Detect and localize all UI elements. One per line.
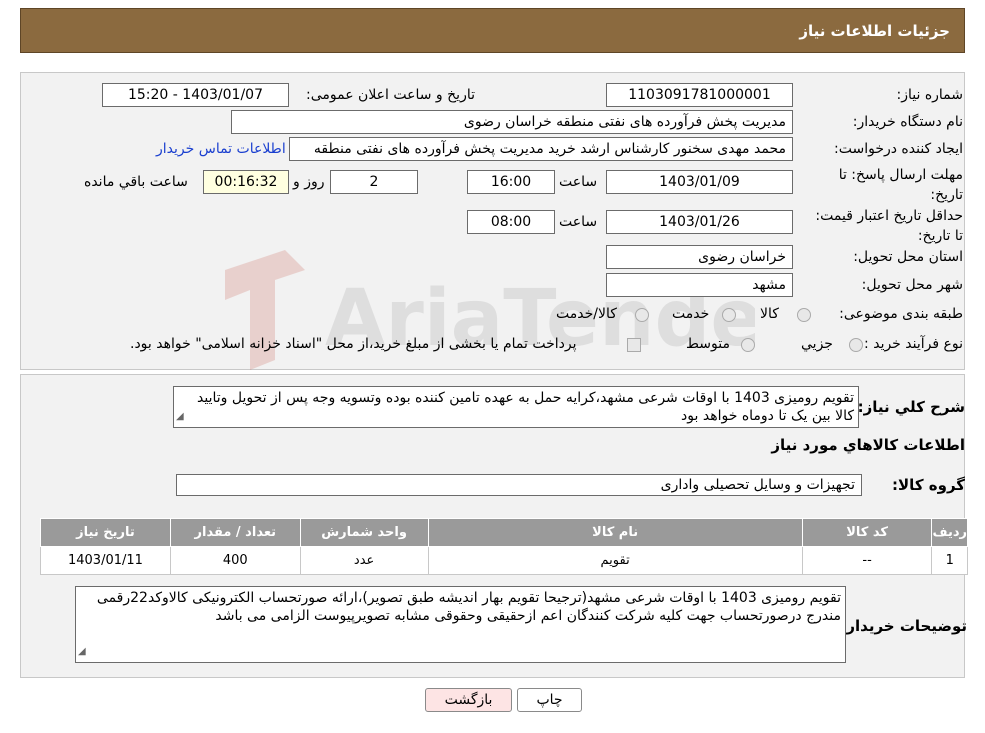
goods-info-heading: اطلاعات كالاهاي مورد نياز [771, 436, 965, 454]
province-label: استان محل تحویل: [853, 249, 963, 265]
col-name-header: نام کالا [427, 518, 803, 547]
reply-time-field: 16:00 [467, 170, 555, 194]
reply-hour-label: ساعت [559, 174, 598, 190]
page-title: جزئیات اطلاعات نیاز [799, 21, 950, 40]
print-button[interactable]: چاپ [517, 688, 582, 712]
province-field: خراسان رضوی [606, 245, 793, 269]
validity-hour-label: ساعت [559, 214, 598, 230]
buyer-notes-text: تقویم رومیزی 1403 با اوقات شرعی مشهد(ترج… [96, 590, 841, 624]
announce-datetime-field: 1403/01/07 - 15:20 [102, 83, 289, 107]
cell-unit: عدد [299, 546, 429, 575]
purchase-note: پرداخت تمام یا بخشی از مبلغ خرید،از محل … [130, 336, 577, 352]
purchase-medium-radio[interactable] [741, 338, 755, 352]
back-button[interactable]: بازگشت [425, 688, 512, 712]
resize-grip-icon[interactable]: ◢ [176, 408, 184, 426]
col-date-header: تاریخ نیاز [40, 518, 171, 547]
validity-time-field: 08:00 [467, 210, 555, 234]
buyer-org-field: مدیریت پخش فرآورده های نفتی منطقه خراسان… [231, 110, 793, 134]
category-goods-radio[interactable] [797, 308, 811, 322]
category-service-radio[interactable] [722, 308, 736, 322]
price-validity-label: حداقل تاریخ اعتبار قیمت: تا تاریخ: [815, 208, 963, 244]
buyer-notes-textarea: تقویم رومیزی 1403 با اوقات شرعی مشهد(ترج… [75, 586, 846, 663]
goods-table: رديف کد کالا نام کالا واحد شمارش تعداد /… [40, 518, 968, 575]
cell-name: تقویم [427, 546, 803, 575]
cell-code: -- [801, 546, 933, 575]
goods-group-field: تجهیزات و وسایل تحصیلی واداری [176, 474, 862, 496]
reply-date-field: 1403/01/09 [606, 170, 793, 194]
category-label: طبقه بندی موضوعی: [839, 306, 963, 322]
cell-qty: 400 [169, 546, 301, 575]
category-goods-label: کالا [760, 306, 779, 322]
day-and-label: روز و [293, 174, 325, 190]
buyer-org-label: نام دستگاه خریدار: [852, 114, 963, 130]
need-number-label: شماره نیاز: [896, 87, 964, 103]
purchase-medium-label: متوسط [686, 336, 730, 352]
page-header: جزئیات اطلاعات نیاز [20, 8, 965, 53]
general-desc-label: شرح كلي نياز: [857, 398, 965, 416]
goods-group-label: گروه کالا: [892, 476, 965, 494]
city-label: شهر محل تحویل: [861, 277, 963, 293]
col-row-header: رديف [931, 518, 968, 547]
city-field: مشهد [606, 273, 793, 297]
resize-grip-icon[interactable]: ◢ [78, 643, 86, 661]
col-unit-header: واحد شمارش [299, 518, 429, 547]
announce-datetime-label: تاریخ و ساعت اعلان عمومی: [306, 87, 475, 103]
validity-date-field: 1403/01/26 [606, 210, 793, 234]
countdown-field: 00:16:32 [203, 170, 289, 194]
reply-deadline-label: مهلت ارسال پاسخ: تا تاریخ: [838, 167, 963, 203]
cell-row: 1 [931, 546, 968, 575]
table-header-row: رديف کد کالا نام کالا واحد شمارش تعداد /… [40, 518, 968, 547]
need-number-field: 1103091781000001 [606, 83, 793, 107]
requester-field: محمد مهدی سخنور کارشناس ارشد خرید مدیریت… [289, 137, 793, 161]
category-service-label: خدمت [672, 306, 710, 322]
purchase-partial-label: جزيي [801, 336, 833, 352]
col-code-header: کد کالا [801, 518, 933, 547]
general-desc-textarea: تقویم رومیزی 1403 با اوقات شرعی مشهد،کرا… [173, 386, 859, 428]
purchase-type-label: نوع فرآیند خرید : [864, 336, 963, 352]
treasury-checkbox[interactable] [627, 338, 641, 352]
days-field: 2 [330, 170, 418, 194]
col-qty-header: تعداد / مقدار [169, 518, 301, 547]
general-desc-text: تقویم رومیزی 1403 با اوقات شرعی مشهد،کرا… [197, 390, 854, 424]
buyer-contact-link[interactable]: اطلاعات تماس خریدار [156, 141, 286, 157]
remaining-label: ساعت باقي مانده [84, 174, 188, 190]
requester-label: ایجاد کننده درخواست: [834, 141, 963, 157]
cell-date: 1403/01/11 [40, 546, 171, 575]
buyer-notes-label: توضیحات خریدار: [840, 617, 967, 635]
category-goods-service-radio[interactable] [635, 308, 649, 322]
category-goods-service-label: کالا/خدمت [556, 306, 617, 322]
table-row: 1 -- تقویم عدد 400 1403/01/11 [40, 546, 968, 575]
purchase-partial-radio[interactable] [849, 338, 863, 352]
